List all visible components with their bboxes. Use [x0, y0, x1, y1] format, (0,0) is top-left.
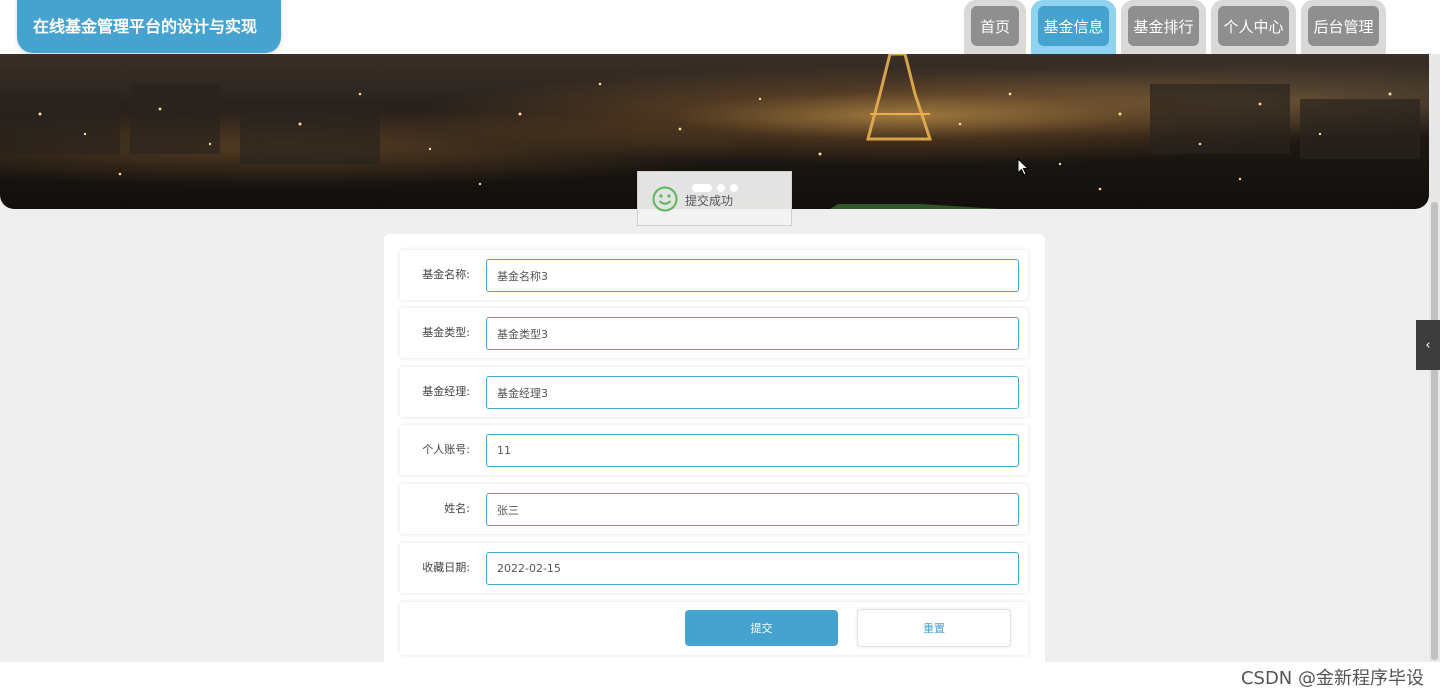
- nav-item-personal-center[interactable]: 个人中心: [1211, 0, 1296, 54]
- carousel-dot-active[interactable]: [692, 184, 712, 192]
- favorite-date-input[interactable]: [486, 552, 1019, 585]
- nav-item-label: 首页: [971, 6, 1019, 46]
- mouse-cursor-icon: [1017, 158, 1029, 176]
- reset-button[interactable]: 重置: [857, 609, 1011, 647]
- fund-name-input[interactable]: [486, 259, 1019, 292]
- footer-bar: [0, 662, 1440, 695]
- nav-item-home[interactable]: 首页: [964, 0, 1026, 54]
- form-row-fund-type: 基金类型:: [400, 308, 1028, 358]
- name-label: 姓名:: [444, 502, 470, 515]
- fund-type-label: 基金类型:: [422, 326, 470, 339]
- fund-type-input[interactable]: [486, 317, 1019, 350]
- main-nav: 首页 基金信息 基金排行 个人中心 后台管理: [964, 0, 1386, 54]
- favorite-date-label: 收藏日期:: [422, 561, 470, 574]
- fund-form: 基金名称: 基金类型: 基金经理: 个人账号: 姓名: 收藏日期: 提交 重置: [384, 234, 1045, 674]
- nav-item-label: 基金信息: [1038, 6, 1109, 46]
- nav-item-fund-info[interactable]: 基金信息: [1031, 0, 1116, 54]
- form-actions: 提交 重置: [400, 602, 1028, 655]
- carousel-dot[interactable]: [730, 184, 738, 192]
- form-row-favorite-date: 收藏日期:: [400, 543, 1028, 593]
- carousel-dot[interactable]: [717, 184, 725, 192]
- watermark-text: CSDN @金新程序毕设: [1240, 668, 1424, 689]
- form-row-name: 姓名:: [400, 484, 1028, 534]
- account-input[interactable]: [486, 434, 1019, 467]
- chevron-left-icon: ‹: [1425, 337, 1431, 353]
- nav-item-label: 基金排行: [1128, 6, 1199, 46]
- toast-message: 提交成功: [685, 194, 734, 208]
- fund-name-label: 基金名称:: [422, 268, 470, 281]
- name-input[interactable]: [486, 493, 1019, 526]
- fund-manager-label: 基金经理:: [422, 385, 470, 398]
- form-row-fund-name: 基金名称:: [400, 250, 1028, 300]
- nav-item-label: 个人中心: [1218, 6, 1289, 46]
- site-title[interactable]: 在线基金管理平台的设计与实现: [17, 0, 281, 53]
- nav-item-fund-ranking[interactable]: 基金排行: [1121, 0, 1206, 54]
- submit-button[interactable]: 提交: [685, 610, 838, 646]
- account-label: 个人账号:: [422, 443, 470, 456]
- scrollbar-thumb[interactable]: [1431, 202, 1438, 660]
- carousel-dots[interactable]: [692, 184, 738, 192]
- smile-icon: [652, 186, 678, 212]
- side-panel-toggle[interactable]: ‹: [1416, 320, 1440, 370]
- fund-manager-input[interactable]: [486, 376, 1019, 409]
- toast-notification: 提交成功: [637, 171, 792, 226]
- form-row-fund-manager: 基金经理:: [400, 367, 1028, 417]
- nav-item-label: 后台管理: [1308, 6, 1379, 46]
- nav-item-admin[interactable]: 后台管理: [1301, 0, 1386, 54]
- form-row-account: 个人账号:: [400, 425, 1028, 475]
